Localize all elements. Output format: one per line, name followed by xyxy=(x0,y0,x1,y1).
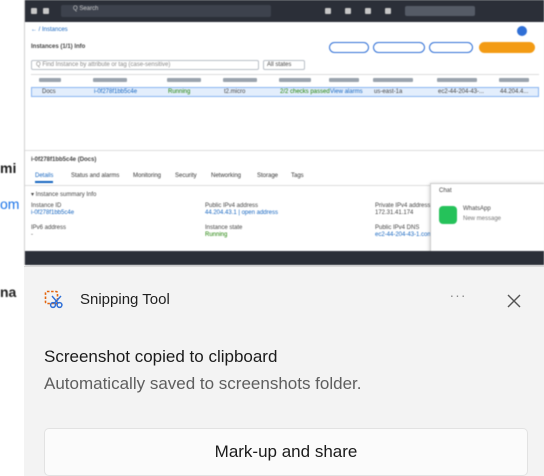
chat-popup-header: Chat xyxy=(439,188,452,194)
snipping-tool-icon xyxy=(44,290,63,309)
chat-message: New message xyxy=(463,216,502,222)
column-header[interactable] xyxy=(373,78,413,82)
state-filter-select[interactable]: All states xyxy=(263,60,305,70)
field-value: 172.31.41.174 xyxy=(375,210,414,216)
connect-button[interactable] xyxy=(329,42,369,53)
column-header[interactable] xyxy=(279,78,311,82)
help-icon[interactable] xyxy=(365,8,371,14)
tab-tags[interactable]: Tags xyxy=(291,173,304,179)
more-options-icon[interactable]: ··· xyxy=(444,287,472,311)
field-label: Instance state xyxy=(205,225,243,231)
instance-state-button[interactable] xyxy=(373,42,425,53)
background-text-fragment: mi xyxy=(0,160,17,176)
cloudshell-icon[interactable] xyxy=(325,8,331,14)
console-search-placeholder: Q Search xyxy=(73,6,99,12)
console-top-bar: Q Search xyxy=(25,0,544,22)
row-cell-status: 2/2 checks passed xyxy=(280,89,330,95)
field-value: i-0f278f1bb5c4e xyxy=(31,210,75,216)
table-row[interactable]: Docs i-0f278f1bb5c4e Running t2.micro 2/… xyxy=(31,87,539,97)
launch-instances-button[interactable] xyxy=(479,42,535,53)
field-label: Instance ID xyxy=(31,203,62,209)
grid-icon xyxy=(43,8,49,14)
background-console-screen: Q Search ← / Instances Instances (1/1) I… xyxy=(24,0,544,265)
tab-storage[interactable]: Storage xyxy=(257,173,278,179)
field-label: Public IPv4 DNS xyxy=(375,225,420,231)
instance-filter-input[interactable]: Q Find Instance by attribute or tag (cas… xyxy=(31,60,259,70)
toast-app-name: Snipping Tool xyxy=(80,291,170,308)
info-icon[interactable] xyxy=(517,26,527,36)
gear-icon[interactable] xyxy=(385,8,391,14)
field-label: Private IPv4 addresses xyxy=(375,203,437,209)
console-search-input[interactable]: Q Search xyxy=(61,5,271,17)
row-cell-name: Docs xyxy=(42,89,56,95)
field-label: IPv6 address xyxy=(31,225,67,231)
column-header[interactable] xyxy=(329,78,359,82)
row-cell-type: t2.micro xyxy=(224,89,246,95)
column-header[interactable] xyxy=(39,78,61,82)
row-cell-instance-id[interactable]: i-0f278f1bb5c4e xyxy=(94,89,137,95)
section-title: Instances (1/1) Info xyxy=(31,44,86,50)
column-header[interactable] xyxy=(223,78,257,82)
tab-monitoring[interactable]: Monitoring xyxy=(133,173,161,179)
tab-security[interactable]: Security xyxy=(175,173,197,179)
instance-detail-title: i-0f278f1bb5c4e (Docs) xyxy=(31,157,97,163)
chat-app-name: WhatsApp xyxy=(463,206,491,212)
row-cell-state: Running xyxy=(168,89,191,95)
bell-icon[interactable] xyxy=(345,8,351,14)
row-cell-alarm[interactable]: View alarms xyxy=(330,89,363,95)
breadcrumb[interactable]: ← / Instances xyxy=(31,27,68,33)
field-label: Public IPv4 address xyxy=(205,203,259,209)
close-icon[interactable] xyxy=(500,287,528,315)
column-header[interactable] xyxy=(93,78,127,82)
background-text-fragment: na xyxy=(0,284,17,300)
whatsapp-icon xyxy=(439,206,457,224)
snipping-tool-toast[interactable]: Snipping Tool ··· Screenshot copied to c… xyxy=(24,266,544,476)
toast-title: Screenshot copied to clipboard xyxy=(44,347,278,366)
row-cell-dns: ec2-44-204-43-... xyxy=(438,89,485,95)
tab-details[interactable]: Details xyxy=(35,173,54,183)
account-menu[interactable] xyxy=(405,6,475,16)
row-cell-ip: 44.204.4... xyxy=(500,89,529,95)
field-value: - xyxy=(31,232,33,238)
console-footer-bar xyxy=(25,251,544,265)
table-divider xyxy=(31,74,539,75)
tab-networking[interactable]: Networking xyxy=(211,173,241,179)
toast-subtitle: Automatically saved to screenshots folde… xyxy=(44,374,362,393)
instance-summary-label[interactable]: ▾ Instance summary Info xyxy=(31,191,96,198)
column-header[interactable] xyxy=(437,78,477,82)
column-header[interactable] xyxy=(499,78,529,82)
row-cell-zone: us-east-1a xyxy=(374,89,403,95)
background-link-fragment: om xyxy=(0,196,20,212)
field-value[interactable]: 44.204.43.1 | open address xyxy=(205,210,278,216)
column-header[interactable] xyxy=(167,78,201,82)
state-filter-value: All states xyxy=(267,62,292,68)
tab-status-and-alarms[interactable]: Status and alarms xyxy=(71,173,119,179)
menu-icon xyxy=(31,8,37,14)
instance-filter-placeholder: Q Find Instance by attribute or tag (cas… xyxy=(36,62,171,68)
actions-button[interactable] xyxy=(429,42,473,53)
field-value: Running xyxy=(205,232,228,238)
chat-notification-popup[interactable]: Chat WhatsApp New message xyxy=(430,183,544,253)
mark-up-and-share-button[interactable]: Mark-up and share xyxy=(44,428,528,476)
